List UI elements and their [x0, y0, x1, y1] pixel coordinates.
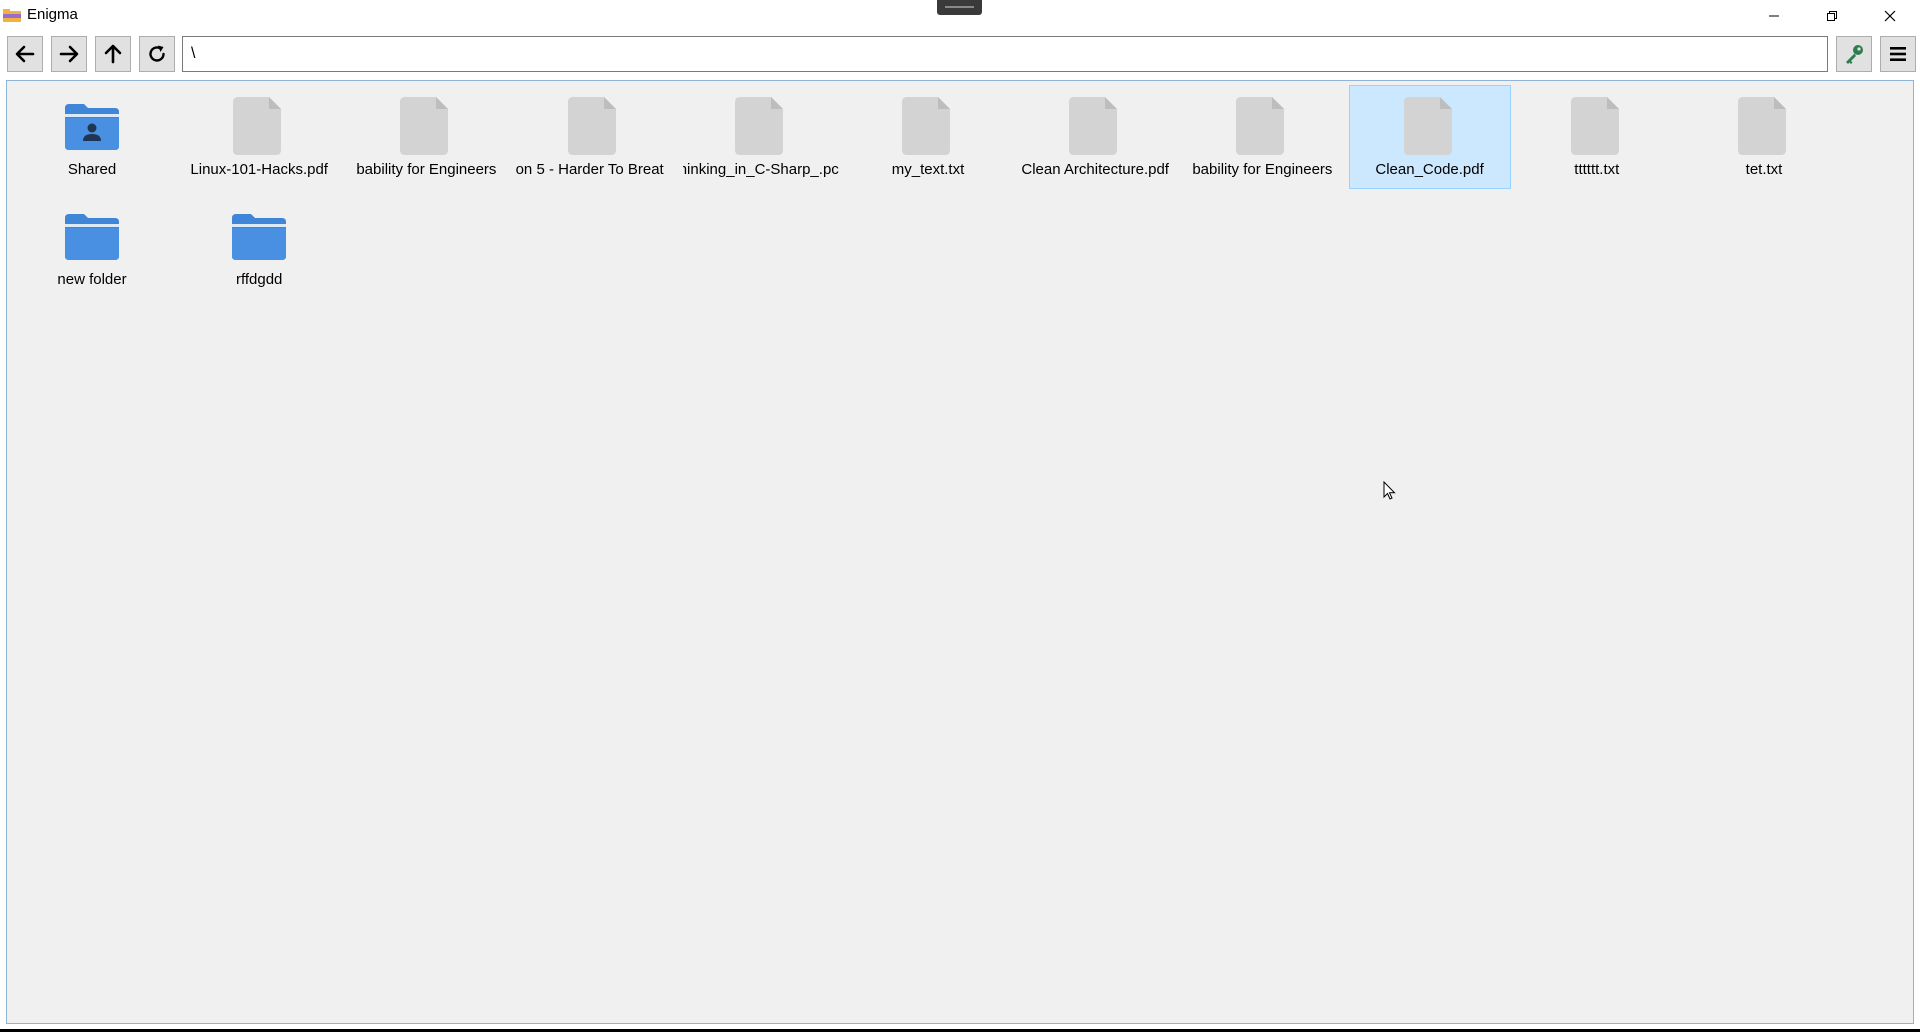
file-icon — [1065, 96, 1125, 156]
arrow-left-icon — [14, 43, 36, 65]
file-item[interactable]: tet.txt — [1683, 85, 1845, 189]
item-label: my_text.txt — [891, 161, 965, 178]
file-item[interactable]: Linux-101-Hacks.pdf — [178, 85, 340, 189]
restore-icon — [1826, 10, 1838, 22]
item-label: on 5 - Harder To Breat — [515, 161, 664, 178]
folder-icon — [229, 206, 289, 266]
close-icon — [1884, 10, 1896, 22]
file-icon — [229, 96, 289, 156]
file-icon — [1400, 96, 1460, 156]
file-icon — [564, 96, 624, 156]
window-title: Enigma — [27, 6, 78, 23]
shared-folder-icon — [62, 96, 122, 156]
toolbar — [0, 31, 1920, 77]
file-item[interactable]: my_text.txt — [847, 85, 1009, 189]
folder-item[interactable]: rffdgdd — [178, 195, 340, 299]
item-label: tet.txt — [1745, 161, 1783, 178]
item-label: rffdgdd — [235, 271, 283, 288]
item-label: bability for Engineers — [1192, 161, 1333, 178]
file-icon — [1734, 96, 1794, 156]
item-label: Clean_Code.pdf — [1375, 161, 1484, 178]
refresh-icon — [146, 43, 168, 65]
title-bar: Enigma — [0, 0, 1920, 31]
item-label: Clean Architecture.pdf — [1021, 161, 1169, 178]
file-icon — [898, 96, 958, 156]
arrow-up-icon — [102, 43, 124, 65]
file-item[interactable]: Clean_Code.pdf — [1348, 85, 1511, 189]
refresh-button[interactable] — [139, 36, 175, 72]
back-button[interactable] — [7, 36, 43, 72]
file-grid[interactable]: Shared Linux-101-Hacks.pdf bability for En… — [6, 80, 1914, 1024]
up-button[interactable] — [95, 36, 131, 72]
arrow-right-icon — [58, 43, 80, 65]
drag-handle[interactable] — [937, 0, 982, 15]
file-item[interactable]: Clean Architecture.pdf — [1014, 85, 1176, 189]
folder-icon — [62, 206, 122, 266]
file-item[interactable]: tttttt.txt — [1516, 85, 1678, 189]
forward-button[interactable] — [51, 36, 87, 72]
path-input[interactable] — [182, 36, 1828, 72]
restore-button[interactable] — [1803, 0, 1861, 31]
file-item[interactable]: on 5 - Harder To Breat — [513, 85, 675, 189]
item-label: ninking_in_C-Sharp_.pc — [682, 161, 839, 178]
item-label: new folder — [57, 271, 127, 288]
file-icon — [731, 96, 791, 156]
item-label: tttttt.txt — [1574, 161, 1620, 178]
item-label: Shared — [67, 161, 117, 178]
file-item[interactable]: bability for Engineers — [345, 85, 507, 189]
menu-button[interactable] — [1880, 36, 1916, 72]
folder-item[interactable]: new folder — [11, 195, 173, 299]
hamburger-menu-icon — [1887, 43, 1909, 65]
app-folder-icon — [3, 9, 21, 22]
file-item[interactable]: bability for Engineers — [1181, 85, 1343, 189]
file-icon — [1232, 96, 1292, 156]
folder-item[interactable]: Shared — [11, 85, 173, 189]
file-item[interactable]: ninking_in_C-Sharp_.pc — [680, 85, 842, 189]
minimize-icon — [1768, 10, 1780, 22]
close-button[interactable] — [1861, 0, 1919, 31]
minimize-button[interactable] — [1745, 0, 1803, 31]
key-button[interactable] — [1836, 36, 1872, 72]
mouse-cursor-icon — [1383, 480, 1397, 506]
file-icon — [396, 96, 456, 156]
file-icon — [1567, 96, 1627, 156]
item-label: Linux-101-Hacks.pdf — [190, 161, 328, 178]
item-label: bability for Engineers — [356, 161, 497, 178]
key-icon — [1843, 43, 1865, 65]
